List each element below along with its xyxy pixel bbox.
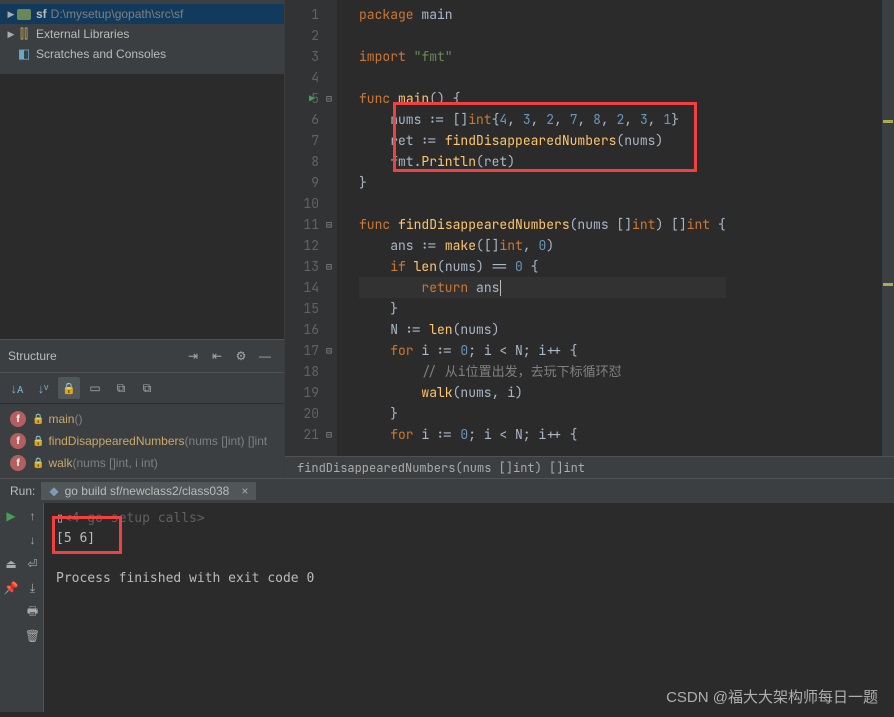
up-icon[interactable]: ↑ <box>24 507 42 525</box>
run-panel: Run: ◆ go build sf/newclass2/class038 × … <box>0 478 894 712</box>
structure-list[interactable]: f 🔒 main ()f 🔒 findDisappearedNumbers (n… <box>0 404 284 478</box>
code-line[interactable]: for i := 0; i < N; i++ { <box>359 340 726 361</box>
code-line[interactable]: // 从i位置出发，去玩下标循环怼 <box>359 361 726 382</box>
code-line[interactable]: } <box>359 403 726 424</box>
struct-func-sig: (nums []int) []int <box>185 434 268 448</box>
run-panel-header: Run: ◆ go build sf/newclass2/class038 × <box>0 479 894 503</box>
close-icon[interactable]: × <box>241 484 248 498</box>
structure-item[interactable]: f 🔒 main () <box>0 408 284 430</box>
editor-gutter[interactable]: 12345▶⊟67891011⊟1213⊟14151617⊟18192021⊟ <box>285 0 337 478</box>
code-line[interactable]: } <box>359 298 726 319</box>
annotation-box-output <box>52 516 122 554</box>
stop-icon[interactable] <box>2 531 20 549</box>
left-panel: ▶ sf D:\mysetup\gopath\src\sf ▶ ⫿⫿ Exter… <box>0 0 285 478</box>
tree-view-icon[interactable]: ▭ <box>84 377 106 399</box>
expand-all-icon[interactable]: ⇤ <box>206 345 228 367</box>
structure-title: Structure <box>8 349 180 363</box>
console-output: [5 6] <box>56 529 882 549</box>
struct-func-sig: () <box>74 412 82 426</box>
pin-icon[interactable]: 📌 <box>2 579 20 597</box>
sort-visibility-icon[interactable]: ↓ᵛ <box>32 377 54 399</box>
go-icon: ◆ <box>49 484 58 498</box>
editor-breadcrumb[interactable]: findDisappearedNumbers(nums []int) []int <box>285 456 894 478</box>
run-config-tab[interactable]: ◆ go build sf/newclass2/class038 × <box>41 482 256 500</box>
code-line[interactable] <box>359 193 726 214</box>
code-line[interactable]: ans := make([]int, 0) <box>359 235 726 256</box>
editor-code-area[interactable]: package mainimport "fmt"func main() { nu… <box>337 0 726 478</box>
code-line[interactable]: package main <box>359 4 726 25</box>
exit-icon[interactable]: ⏏ <box>2 555 20 573</box>
project-path: D:\mysetup\gopath\src\sf <box>51 7 184 21</box>
structure-item[interactable]: f 🔒 walk (nums []int, i int) <box>0 452 284 474</box>
run-label: Run: <box>4 484 41 498</box>
wrap-icon[interactable]: ⏎ <box>24 555 42 573</box>
code-line[interactable]: func findDisappearedNumbers(nums []int) … <box>359 214 726 235</box>
console-exit: Process finished with exit code 0 <box>56 569 882 589</box>
collapse-all-icon[interactable]: ⇥ <box>182 345 204 367</box>
lock-filter-icon[interactable]: 🔒 <box>58 377 80 399</box>
code-line[interactable] <box>359 67 726 88</box>
struct-func-name: findDisappearedNumbers <box>48 434 184 448</box>
struct-func-name: main <box>48 412 74 426</box>
fold-icon[interactable]: ⊟ <box>326 88 332 109</box>
run-tools-secondary: ↑ ↓ ⏎ ⤓ 🖶 🗑 <box>22 503 44 712</box>
fold-icon[interactable]: ⊟ <box>326 256 332 277</box>
lock-icon: 🔒 <box>32 436 44 447</box>
structure-toolbar: ↓ᴀ ↓ᵛ 🔒 ▭ ⧉ ⧉ <box>0 373 284 404</box>
warning-marker[interactable] <box>883 283 893 286</box>
struct-func-sig: (nums []int, i int) <box>72 456 157 470</box>
project-root[interactable]: ▶ sf D:\mysetup\gopath\src\sf <box>0 4 284 24</box>
tree-empty-area <box>0 74 284 339</box>
code-line[interactable]: walk(nums, i) <box>359 382 726 403</box>
structure-panel: Structure ⇥ ⇤ ⚙ — ↓ᴀ ↓ᵛ 🔒 ▭ ⧉ ⧉ f 🔒 main… <box>0 339 284 478</box>
code-line[interactable]: import "fmt" <box>359 46 726 67</box>
run-gutter-icon[interactable]: ▶ <box>309 88 315 109</box>
watermark: CSDN @福大大架构师每日一题 <box>666 686 878 707</box>
library-icon: ⫿⫿ <box>16 26 32 42</box>
code-line[interactable]: for i := 0; i < N; i++ { <box>359 424 726 445</box>
clear-icon[interactable]: 🗑 <box>24 627 42 645</box>
fold-icon[interactable]: ⊟ <box>326 340 332 361</box>
folder-icon <box>16 6 32 22</box>
function-badge-icon: f <box>10 455 26 471</box>
down-icon[interactable]: ↓ <box>24 531 42 549</box>
run-console[interactable]: ▯<4 go setup calls> [5 6] Process finish… <box>44 503 894 712</box>
run-tools-primary: ▶ ⏏ 📌 <box>0 503 22 712</box>
run-tab-name: go build sf/newclass2/class038 <box>65 484 230 498</box>
warning-marker[interactable] <box>883 120 893 123</box>
print-icon[interactable]: 🖶 <box>24 603 42 621</box>
scratch-icon: ◧ <box>16 46 32 62</box>
code-line[interactable]: return ans <box>359 277 726 298</box>
lock-icon: 🔒 <box>32 414 44 425</box>
sort-az-icon[interactable]: ↓ᴀ <box>6 377 28 399</box>
autoscroll-from-icon[interactable]: ⧉ <box>136 377 158 399</box>
project-tree[interactable]: ▶ sf D:\mysetup\gopath\src\sf ▶ ⫿⫿ Exter… <box>0 0 284 74</box>
annotation-box-code <box>393 102 697 172</box>
settings-icon[interactable]: ⚙ <box>230 345 252 367</box>
function-badge-icon: f <box>10 433 26 449</box>
autoscroll-icon[interactable]: ⧉ <box>110 377 132 399</box>
external-libraries[interactable]: ▶ ⫿⫿ External Libraries <box>0 24 284 44</box>
external-libs-label: External Libraries <box>36 27 129 41</box>
hide-icon[interactable]: — <box>254 345 276 367</box>
scratches-label: Scratches and Consoles <box>36 47 166 61</box>
code-line[interactable]: } <box>359 172 726 193</box>
structure-item[interactable]: f 🔒 findDisappearedNumbers (nums []int) … <box>0 430 284 452</box>
scroll-end-icon[interactable]: ⤓ <box>24 579 42 597</box>
code-line[interactable]: N := len(nums) <box>359 319 726 340</box>
fold-icon[interactable]: ⊟ <box>326 424 332 445</box>
scratches-consoles[interactable]: ▶ ◧ Scratches and Consoles <box>0 44 284 64</box>
code-line[interactable] <box>359 25 726 46</box>
code-line[interactable]: if len(nums) == 0 { <box>359 256 726 277</box>
project-name: sf <box>36 7 47 21</box>
scrollbar-map[interactable] <box>882 0 894 456</box>
fold-icon[interactable]: ⊟ <box>326 214 332 235</box>
lock-icon: 🔒 <box>32 458 44 469</box>
struct-func-name: walk <box>48 456 72 470</box>
expand-arrow-icon[interactable]: ▶ <box>6 9 16 20</box>
function-badge-icon: f <box>10 411 26 427</box>
expand-arrow-icon[interactable]: ▶ <box>6 29 16 40</box>
code-editor[interactable]: 12345▶⊟67891011⊟1213⊟14151617⊟18192021⊟ … <box>285 0 894 478</box>
rerun-icon[interactable]: ▶ <box>2 507 20 525</box>
